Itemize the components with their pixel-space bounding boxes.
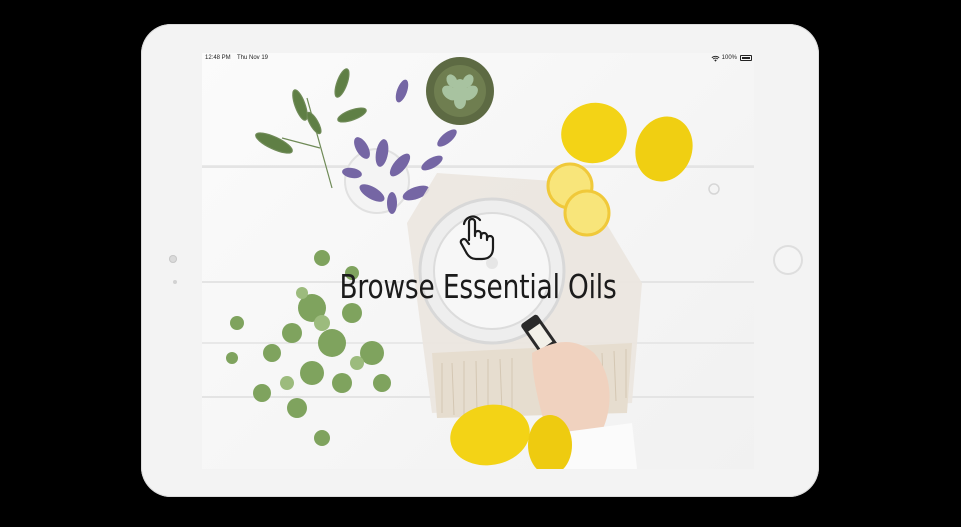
- status-time: 12:48 PM: [205, 55, 231, 61]
- front-camera: [169, 255, 177, 263]
- battery-percent: 100%: [721, 55, 737, 61]
- screen: 12:48 PM Thu Nov 19 100% Browse Essentia…: [202, 53, 754, 469]
- wifi-icon: [711, 55, 720, 62]
- battery-icon: [740, 55, 752, 61]
- ipad-frame: 12:48 PM Thu Nov 19 100% Browse Essentia…: [141, 24, 819, 497]
- status-date: Thu Nov 19: [237, 55, 269, 61]
- browse-essential-oils-title[interactable]: Browse Essential Oils: [257, 267, 699, 306]
- hand-pointer-icon[interactable]: [454, 210, 500, 262]
- sensor-dot: [173, 280, 177, 284]
- home-button[interactable]: [773, 245, 803, 275]
- status-bar: 12:48 PM Thu Nov 19 100%: [202, 53, 754, 64]
